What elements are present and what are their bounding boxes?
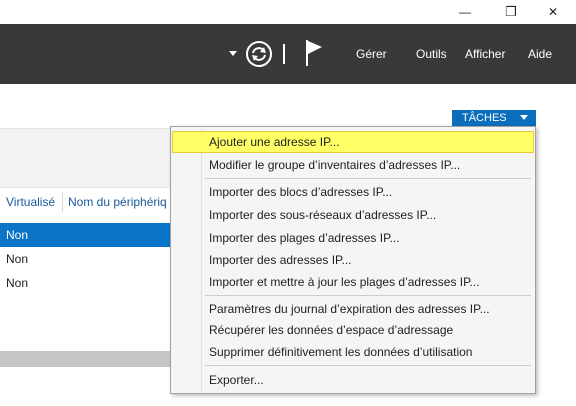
column-header-device-name[interactable]: Nom du périphériq [68, 191, 172, 213]
menu-item-import-ip-ranges[interactable]: Importer des plages d’adresses IP... [172, 227, 534, 249]
restore-icon[interactable]: ❐ [488, 0, 534, 24]
menu-help[interactable]: Aide [528, 24, 552, 84]
server-manager-toolbar: Gérer Outils Afficher Aide [0, 24, 576, 84]
window-title-bar: — ❐ ✕ [0, 0, 576, 24]
menu-item-expiration-log-settings[interactable]: Paramètres du journal d’expiration des a… [172, 298, 534, 320]
column-separator[interactable] [62, 192, 63, 212]
notifications-flag-icon[interactable] [304, 38, 324, 68]
tasks-button-label: TÂCHES [462, 112, 507, 124]
menu-item-add-ip-address[interactable]: Ajouter une adresse IP... [172, 131, 534, 153]
column-header-virtualized[interactable]: Virtualisé [6, 191, 60, 213]
tasks-context-menu: Ajouter une adresse IP... Modifier le gr… [170, 126, 536, 394]
menu-item-import-update-ranges[interactable]: Importer et mettre à jour les plages d’a… [172, 271, 534, 293]
menu-tools[interactable]: Outils [416, 24, 447, 84]
menu-separator [205, 295, 531, 296]
menu-item-purge-utilization-data[interactable]: Supprimer définitivement les données d’u… [172, 341, 534, 363]
menu-item-import-ip-blocks[interactable]: Importer des blocs d’adresses IP... [172, 181, 534, 203]
menu-item-retrieve-address-space-data[interactable]: Récupérer les données d’espace d’adressa… [172, 319, 534, 341]
menu-item-import-ip-addresses[interactable]: Importer des adresses IP... [172, 249, 534, 271]
menu-separator [205, 178, 531, 179]
menu-item-export[interactable]: Exporter... [172, 369, 534, 391]
toolbar-separator [283, 44, 285, 64]
menu-manage[interactable]: Gérer [356, 24, 387, 84]
menu-item-import-subnets[interactable]: Importer des sous-réseaux d’adresses IP.… [172, 204, 534, 226]
minimize-icon[interactable]: — [442, 0, 488, 24]
close-icon[interactable]: ✕ [530, 0, 576, 24]
menu-view[interactable]: Afficher [465, 24, 505, 84]
menu-separator [205, 365, 531, 366]
tasks-dropdown-button[interactable]: TÂCHES [452, 110, 536, 126]
menu-item-modify-inventory-group[interactable]: Modifier le groupe d’inventaires d’adres… [172, 154, 534, 176]
dropdown-arrow-icon[interactable] [228, 50, 238, 58]
refresh-icon[interactable] [245, 40, 273, 68]
chevron-down-icon [520, 115, 528, 120]
